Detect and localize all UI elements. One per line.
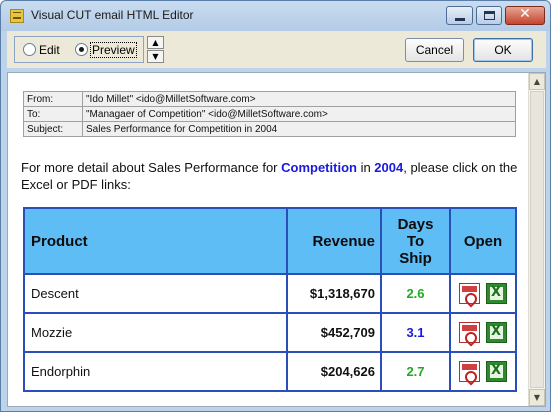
from-label: From: [23, 91, 83, 107]
cancel-button[interactable]: Cancel [405, 38, 464, 62]
intro-part1: For more detail about Sales Performance … [21, 160, 282, 175]
days-cell: 3.1 [380, 312, 451, 353]
intro-entity: Competition [281, 160, 357, 175]
open-cell [449, 312, 517, 353]
subject-value: Sales Performance for Competition in 200… [82, 121, 516, 137]
to-value: "Managaer of Competition" <ido@MilletSof… [82, 106, 516, 122]
revenue-cell: $452,709 [286, 312, 382, 353]
sales-table: Product Revenue Days To Ship Open Descent … [23, 207, 517, 392]
maximize-icon [484, 11, 495, 20]
intro-text: For more detail about Sales Performance … [21, 159, 531, 193]
scroll-down-button[interactable]: ▼ [529, 389, 545, 406]
vertical-scrollbar[interactable]: ▲ ▼ [528, 73, 545, 406]
days-header-line1: Days [397, 215, 434, 233]
preview-pane[interactable]: From: "Ido Millet" <ido@MilletSoftware.c… [7, 72, 546, 407]
edit-radio[interactable] [23, 43, 36, 56]
days-cell: 2.7 [380, 351, 451, 392]
sales-header-row: Product Revenue Days To Ship Open [23, 207, 517, 275]
mode-radio-group: Edit Preview [14, 36, 144, 63]
subject-row: Subject: Sales Performance for Competiti… [23, 121, 516, 137]
from-row: From: "Ido Millet" <ido@MilletSoftware.c… [23, 91, 516, 107]
product-header: Product [23, 207, 288, 275]
open-cell [449, 351, 517, 392]
app-icon [10, 9, 24, 23]
product-cell: Descent [23, 273, 288, 314]
revenue-header: Revenue [286, 207, 382, 275]
toolbar: Edit Preview ▲ ▼ Cancel OK [7, 31, 546, 68]
excel-icon[interactable] [486, 361, 507, 382]
intro-year: 2004 [374, 160, 404, 175]
revenue-cell: $204,626 [286, 351, 382, 392]
minimize-icon [455, 18, 465, 21]
email-header-table: From: "Ido Millet" <ido@MilletSoftware.c… [23, 91, 516, 137]
to-row: To: "Managaer of Competition" <ido@Mille… [23, 106, 516, 122]
excel-icon[interactable] [486, 322, 507, 343]
preview-radio-label[interactable]: Preview [90, 42, 137, 58]
edit-radio-label[interactable]: Edit [39, 43, 60, 57]
excel-icon[interactable] [486, 283, 507, 304]
window-title: Visual CUT email HTML Editor [31, 8, 194, 22]
close-button[interactable]: ✕ [505, 6, 545, 25]
editor-window: Visual CUT email HTML Editor ✕ Edit Prev… [0, 0, 551, 412]
product-cell: Mozzie [23, 312, 288, 353]
spin-down-button[interactable]: ▼ [147, 50, 164, 63]
days-cell: 2.6 [380, 273, 451, 314]
pdf-icon[interactable] [459, 361, 480, 382]
table-row: Descent $1,318,670 2.6 [23, 273, 517, 314]
title-bar[interactable]: Visual CUT email HTML Editor ✕ [1, 1, 550, 31]
intro-part2: in [356, 160, 375, 175]
preview-radio[interactable] [75, 43, 88, 56]
product-cell: Endorphin [23, 351, 288, 392]
minimize-button[interactable] [446, 6, 473, 25]
scroll-up-button[interactable]: ▲ [529, 73, 545, 90]
open-cell [449, 273, 517, 314]
scroll-thumb[interactable] [530, 91, 544, 388]
from-value: "Ido Millet" <ido@MilletSoftware.com> [82, 91, 516, 107]
close-icon: ✕ [519, 6, 531, 22]
table-row: Mozzie $452,709 3.1 [23, 312, 517, 353]
open-header: Open [449, 207, 517, 275]
days-header-line2: To [406, 232, 425, 250]
to-label: To: [23, 106, 83, 122]
pdf-icon[interactable] [459, 283, 480, 304]
table-row: Endorphin $204,626 2.7 [23, 351, 517, 392]
pdf-icon[interactable] [459, 322, 480, 343]
days-header-line3: Ship [399, 249, 432, 267]
spin-up-button[interactable]: ▲ [147, 36, 164, 49]
maximize-button[interactable] [476, 6, 502, 25]
days-to-ship-header: Days To Ship [380, 207, 451, 275]
ok-button[interactable]: OK [473, 38, 533, 62]
subject-label: Subject: [23, 121, 83, 137]
revenue-cell: $1,318,670 [286, 273, 382, 314]
